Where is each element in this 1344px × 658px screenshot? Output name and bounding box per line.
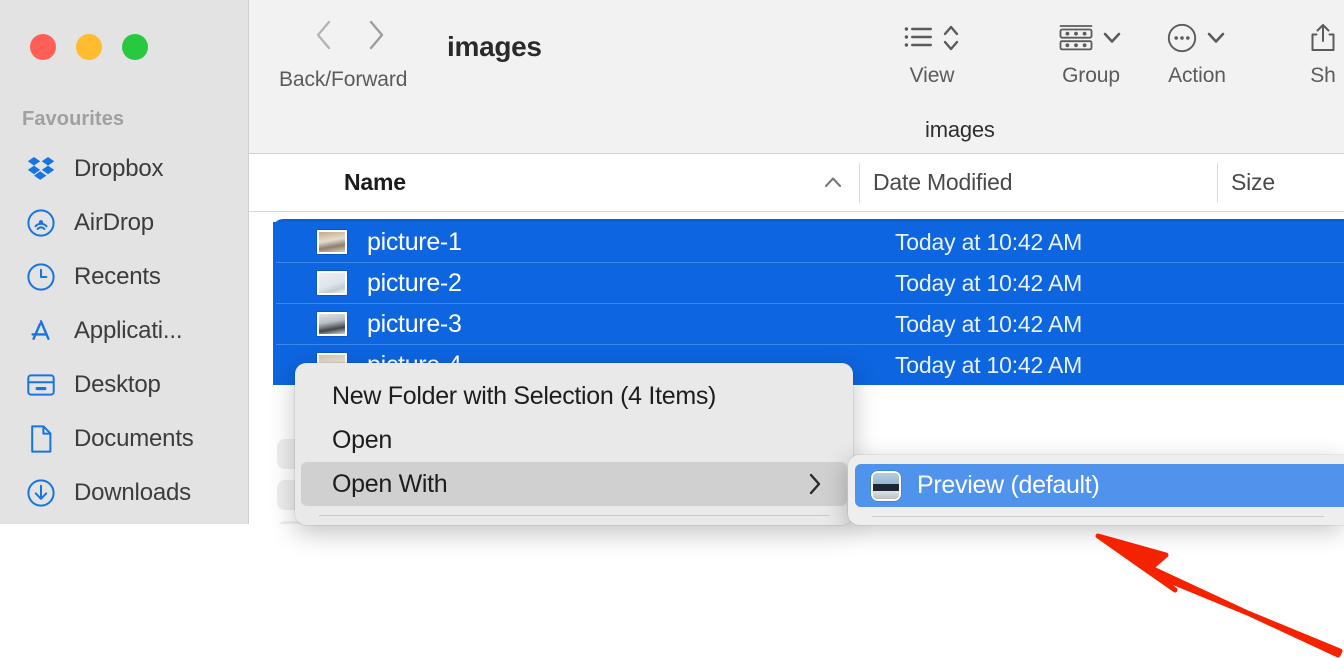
- sidebar-item-desktop[interactable]: Desktop: [0, 358, 249, 412]
- sidebar-item-dropbox[interactable]: Dropbox: [0, 142, 249, 196]
- toolbar-button-group[interactable]: Group: [1059, 18, 1123, 88]
- maximize-button[interactable]: [122, 34, 148, 60]
- menu-item-open[interactable]: Open: [301, 418, 847, 462]
- sidebar-item-documents[interactable]: Documents: [0, 412, 249, 466]
- menu-item-label: New Folder with Selection (4 Items): [332, 382, 716, 411]
- file-date-modified: Today at 10:42 AM: [895, 311, 1082, 338]
- menu-separator: [872, 516, 1324, 517]
- table-row[interactable]: picture-2 Today at 10:42 AM 93: [273, 263, 1344, 303]
- sidebar-item-label: Documents: [74, 425, 194, 453]
- submenu-item-preview[interactable]: Preview (default): [855, 464, 1344, 507]
- menu-item-open-with[interactable]: Open With: [301, 462, 847, 506]
- sidebar-item-label: Dropbox: [74, 155, 163, 183]
- red-pointer-arrow: [1088, 524, 1344, 658]
- chevron-down-icon: [1101, 30, 1123, 46]
- toolbar-button-share[interactable]: Sh: [1309, 18, 1337, 88]
- menu-item-label: Open: [332, 426, 392, 455]
- column-header-label: Name: [344, 169, 406, 196]
- toolbar-button-label: Group: [1062, 64, 1120, 88]
- sidebar-item-label: Recents: [74, 263, 161, 291]
- grid-group-icon: [1059, 24, 1093, 52]
- sidebar-item-label: Desktop: [74, 371, 161, 399]
- sidebar-item-airdrop[interactable]: AirDrop: [0, 196, 249, 250]
- sidebar-item-label: AirDrop: [74, 209, 154, 237]
- menu-item-label: Open With: [332, 470, 447, 499]
- file-date-modified: Today at 10:42 AM: [895, 229, 1082, 256]
- toolbar: Back/Forward images: [249, 0, 1344, 104]
- toolbar-button-label: Action: [1168, 64, 1226, 88]
- image-thumbnail-icon: [317, 271, 347, 295]
- ellipsis-circle-icon: [1167, 23, 1197, 53]
- toolbar-button-action[interactable]: Action: [1167, 18, 1227, 88]
- dropbox-icon: [26, 154, 56, 184]
- minimize-button[interactable]: [76, 34, 102, 60]
- table-row[interactable]: picture-3 Today at 10:42 AM 88: [273, 304, 1344, 344]
- column-header-size[interactable]: Size: [1231, 154, 1275, 211]
- clock-icon: [26, 262, 56, 292]
- page-title: images: [447, 31, 542, 63]
- preview-app-icon: [871, 471, 901, 501]
- back-button[interactable]: [311, 18, 337, 52]
- file-name: picture-2: [367, 269, 462, 298]
- sidebar-item-applications[interactable]: Applicati...: [0, 304, 249, 358]
- sidebar-list: Dropbox AirDrop: [0, 142, 249, 520]
- sidebar-section-header: Favourites: [22, 108, 124, 131]
- column-header-name[interactable]: Name: [344, 154, 406, 211]
- share-icon: [1309, 23, 1337, 53]
- back-forward-controls: [311, 18, 389, 52]
- forward-button[interactable]: [363, 18, 389, 52]
- sidebar: Favourites Dropbox: [0, 0, 249, 524]
- table-row[interactable]: picture-1 Today at 10:42 AM 1.: [273, 222, 1344, 262]
- document-icon: [26, 424, 56, 454]
- sidebar-item-label: Downloads: [74, 479, 191, 507]
- breadcrumb: images: [925, 117, 995, 143]
- traffic-lights: [30, 34, 148, 60]
- finder-window: Favourites Dropbox: [0, 0, 1344, 658]
- column-header-label: Size: [1231, 169, 1275, 196]
- up-down-chevron-icon: [942, 23, 960, 53]
- context-menu: New Folder with Selection (4 Items) Open…: [295, 363, 853, 525]
- menu-separator: [319, 515, 829, 516]
- image-thumbnail-icon: [317, 312, 347, 336]
- open-with-submenu: Preview (default): [848, 455, 1344, 525]
- sidebar-item-downloads[interactable]: Downloads: [0, 466, 249, 520]
- chevron-up-icon: [822, 174, 844, 190]
- column-header-row: Name Date Modified Size: [249, 154, 1344, 212]
- column-divider[interactable]: [1217, 163, 1218, 203]
- column-divider[interactable]: [859, 163, 860, 203]
- file-name: picture-1: [367, 228, 462, 257]
- column-header-date-modified[interactable]: Date Modified: [873, 154, 1012, 211]
- column-header-label: Date Modified: [873, 169, 1012, 196]
- applications-icon: [26, 316, 56, 346]
- sidebar-item-recents[interactable]: Recents: [0, 250, 249, 304]
- file-date-modified: Today at 10:42 AM: [895, 270, 1082, 297]
- submenu-item-label: Preview (default): [917, 471, 1099, 500]
- airdrop-icon: [26, 208, 56, 238]
- menu-item-new-folder-with-selection[interactable]: New Folder with Selection (4 Items): [301, 374, 847, 418]
- file-date-modified: Today at 10:42 AM: [895, 352, 1082, 379]
- toolbar-button-label: View: [910, 64, 955, 88]
- list-view-icon: [904, 25, 934, 51]
- sidebar-item-label: Applicati...: [74, 317, 182, 345]
- path-subtitle-bar: images: [249, 104, 1344, 154]
- close-button[interactable]: [30, 34, 56, 60]
- back-forward-label: Back/Forward: [279, 68, 407, 92]
- chevron-right-icon: [807, 472, 823, 496]
- image-thumbnail-icon: [317, 230, 347, 254]
- chevron-down-icon: [1205, 30, 1227, 46]
- toolbar-button-label: Sh: [1310, 64, 1336, 88]
- file-name: picture-3: [367, 310, 462, 339]
- toolbar-button-view[interactable]: View: [904, 18, 960, 88]
- download-circle-icon: [26, 478, 56, 508]
- desktop-icon: [26, 370, 56, 400]
